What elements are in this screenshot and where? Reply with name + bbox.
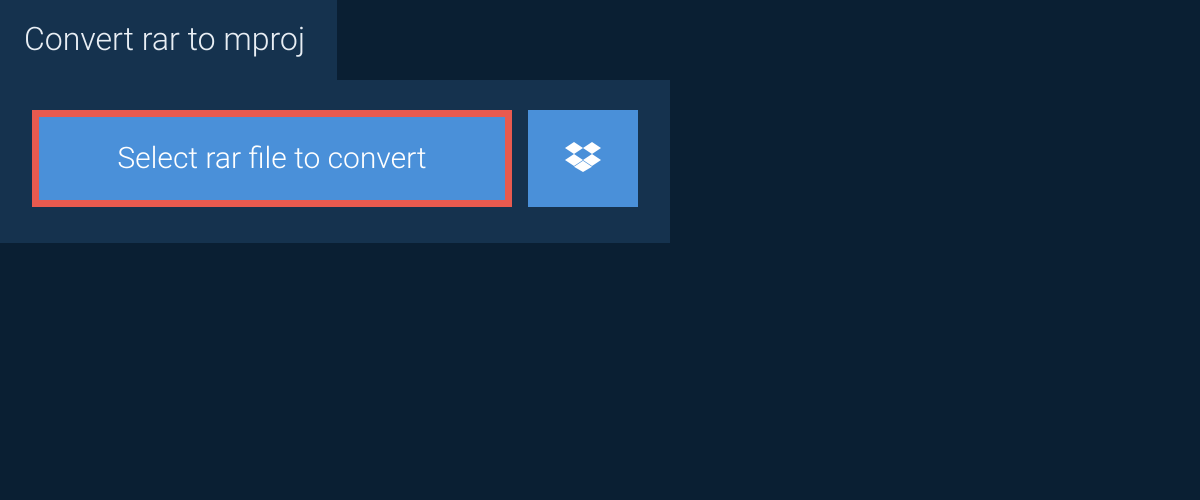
tab-title: Convert rar to mproj [24,20,305,58]
dropbox-icon [565,139,601,179]
select-file-label: Select rar file to convert [117,141,426,176]
select-file-button[interactable]: Select rar file to convert [32,110,512,207]
upload-panel: Select rar file to convert [0,80,670,243]
dropbox-button[interactable] [528,110,638,207]
tab-convert[interactable]: Convert rar to mproj [0,0,337,80]
